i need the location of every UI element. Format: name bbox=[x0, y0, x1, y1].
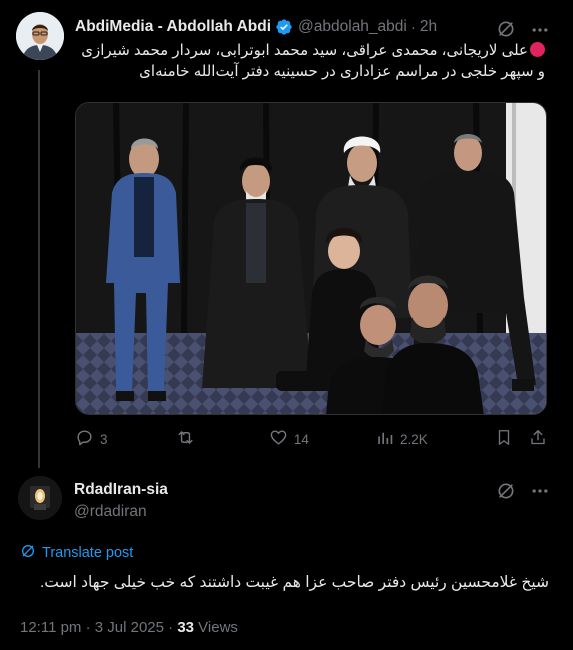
views-button[interactable]: 2.2K bbox=[376, 429, 428, 450]
red-circle-icon bbox=[530, 42, 545, 57]
thread-connector-line bbox=[38, 70, 40, 468]
verified-badge-icon bbox=[275, 18, 293, 36]
like-button[interactable]: 14 bbox=[269, 428, 309, 450]
views-label: Views bbox=[194, 619, 238, 636]
post-secondary-actions bbox=[495, 428, 547, 450]
more-options-icon[interactable] bbox=[530, 481, 550, 506]
avatar[interactable] bbox=[18, 476, 62, 520]
reply-author-handle[interactable]: @rdadiran bbox=[74, 503, 147, 521]
share-icon[interactable] bbox=[529, 428, 547, 450]
post-metadata: 12:11 pm · 3 Jul 2025 · 33 Views bbox=[20, 619, 238, 636]
translate-icon bbox=[20, 543, 36, 563]
grok-icon[interactable] bbox=[496, 481, 516, 506]
reply-button[interactable]: 3 bbox=[75, 428, 108, 450]
post-header: AbdiMedia - Abdollah Abdi @abdolah_abdi … bbox=[75, 18, 437, 36]
reply-text: شیخ غلامحسین رئیس دفتر صاحب عزا هم غیبت … bbox=[39, 574, 549, 591]
reply-author-name[interactable]: RdadIran-sia bbox=[74, 481, 168, 499]
repost-button[interactable] bbox=[175, 428, 202, 450]
post-image[interactable] bbox=[75, 102, 547, 415]
like-count: 14 bbox=[293, 431, 309, 447]
translate-label: Translate post bbox=[42, 545, 134, 561]
reply-header: RdadIran-sia bbox=[74, 481, 168, 499]
translate-post-link[interactable]: Translate post bbox=[20, 543, 133, 563]
post-text: علی لاریجانی، محمدی عراقی، سید محمد ابوت… bbox=[75, 40, 545, 82]
views-chart-icon bbox=[376, 429, 394, 450]
views-count: 33 bbox=[177, 619, 194, 636]
repost-icon bbox=[175, 428, 196, 450]
reply-count: 3 bbox=[100, 431, 108, 447]
reply-icon bbox=[75, 428, 94, 450]
post-actions-bar: 3 14 2.2K bbox=[75, 428, 547, 450]
separator-dot: · bbox=[410, 18, 416, 36]
heart-icon bbox=[269, 428, 288, 450]
post-time[interactable]: 2h bbox=[420, 18, 437, 36]
author-name[interactable]: AbdiMedia - Abdollah Abdi bbox=[75, 18, 271, 36]
post-text-content: علی لاریجانی، محمدی عراقی، سید محمد ابوت… bbox=[81, 42, 545, 80]
author-handle[interactable]: @abdolah_abdi bbox=[298, 18, 407, 36]
bookmark-icon[interactable] bbox=[495, 428, 513, 450]
view-count: 2.2K bbox=[400, 431, 428, 447]
post-timestamp[interactable]: 12:11 pm · 3 Jul 2025 · bbox=[20, 619, 177, 636]
avatar[interactable] bbox=[16, 12, 64, 60]
